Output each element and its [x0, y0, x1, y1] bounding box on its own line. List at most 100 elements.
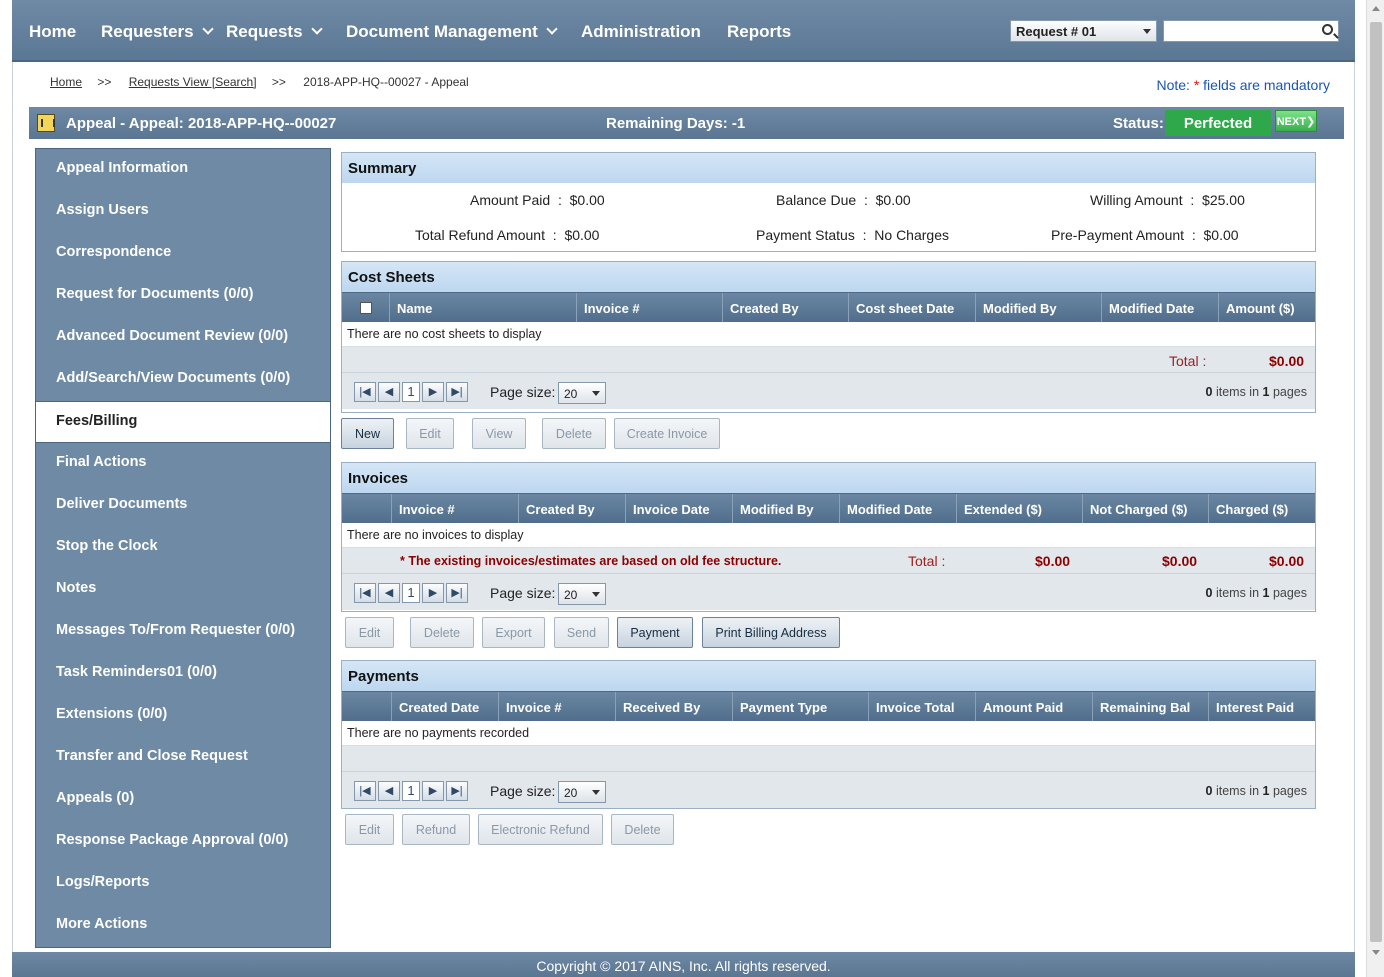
nav-document-management[interactable]: Document Management	[346, 22, 558, 42]
next-page-icon[interactable]: ▶	[422, 781, 444, 801]
first-page-icon[interactable]: |◀	[354, 583, 376, 603]
sidebar-item-add-search-view-documents[interactable]: Add/Search/View Documents (0/0)	[36, 359, 330, 401]
scroll-down-icon[interactable]	[1372, 950, 1380, 955]
sidebar-item-stop-the-clock[interactable]: Stop the Clock	[36, 527, 330, 569]
column-header[interactable]: Invoice #	[576, 293, 722, 322]
sidebar-item-logs-reports[interactable]: Logs/Reports	[36, 863, 330, 905]
delete-invoice-button[interactable]: Delete	[410, 617, 474, 648]
edit-cost-sheet-button[interactable]: Edit	[406, 418, 454, 449]
column-header[interactable]: Payment Type	[732, 692, 868, 721]
new-cost-sheet-button[interactable]: New	[341, 418, 394, 449]
nav-requesters[interactable]: Requesters	[101, 22, 214, 42]
breadcrumb-requests-view[interactable]: Requests View [Search]	[129, 75, 257, 89]
first-page-icon[interactable]: |◀	[354, 781, 376, 801]
sidebar-item-assign-users[interactable]: Assign Users	[36, 191, 330, 233]
willing-amount: Willing Amount : $25.00	[1090, 192, 1245, 208]
scroll-up-icon[interactable]	[1372, 6, 1380, 11]
column-header[interactable]: Modified Date	[839, 494, 956, 523]
payment-button[interactable]: Payment	[617, 617, 693, 648]
next-status-button[interactable]: NEXT❯	[1275, 110, 1317, 132]
edit-invoice-button[interactable]: Edit	[345, 617, 394, 648]
sidebar-item-correspondence[interactable]: Correspondence	[36, 233, 330, 275]
sidebar-item-appeal-information[interactable]: Appeal Information	[36, 149, 330, 191]
select-all-checkbox[interactable]	[360, 302, 372, 314]
column-header[interactable]: Interest Paid	[1208, 692, 1315, 721]
prev-page-icon[interactable]: ◀	[378, 583, 400, 603]
column-header[interactable]: Created By	[518, 494, 625, 523]
last-page-icon[interactable]: ▶|	[446, 781, 468, 801]
column-header[interactable]: Charged ($)	[1208, 494, 1315, 523]
request-number-select[interactable]: Request # 01	[1010, 20, 1157, 42]
nav-requests[interactable]: Requests	[226, 22, 323, 42]
print-billing-address-button[interactable]: Print Billing Address	[702, 617, 840, 648]
nav-reports[interactable]: Reports	[727, 22, 791, 42]
column-header[interactable]: Invoice Total	[868, 692, 975, 721]
column-header[interactable]: Amount Paid	[975, 692, 1092, 721]
column-header[interactable]: Not Charged ($)	[1082, 494, 1208, 523]
page-size-select[interactable]: 20	[558, 583, 606, 605]
column-header[interactable]: Received By	[615, 692, 732, 721]
sidebar-item-advanced-document-review[interactable]: Advanced Document Review (0/0)	[36, 317, 330, 359]
create-invoice-button[interactable]: Create Invoice	[614, 418, 720, 449]
delete-cost-sheet-button[interactable]: Delete	[542, 418, 606, 449]
sidebar-item-fees-billing[interactable]: Fees/Billing	[36, 401, 330, 443]
sidebar-item-transfer-close[interactable]: Transfer and Close Request	[36, 737, 330, 779]
cost-sheets-panel: Cost Sheets Name Invoice # Created By Co…	[341, 261, 1316, 413]
page-number[interactable]: 1	[402, 382, 420, 402]
sidebar-item-more-actions[interactable]: More Actions	[36, 905, 330, 947]
view-cost-sheet-button[interactable]: View	[472, 418, 526, 449]
page-number[interactable]: 1	[402, 583, 420, 603]
column-header[interactable]: Invoice Date	[625, 494, 732, 523]
search-input[interactable]	[1163, 20, 1339, 42]
page-size-select[interactable]: 20	[558, 781, 606, 803]
column-header[interactable]: Invoice #	[498, 692, 615, 721]
column-header[interactable]: Name	[389, 293, 576, 322]
first-page-icon[interactable]: |◀	[354, 382, 376, 402]
column-header[interactable]: Remaining Bal	[1092, 692, 1208, 721]
status-badge: Perfected	[1165, 110, 1271, 136]
amount-paid-label: Amount Paid	[470, 192, 551, 208]
search-icon[interactable]	[1322, 24, 1333, 35]
column-header[interactable]: Cost sheet Date	[848, 293, 975, 322]
column-header[interactable]: Modified By	[975, 293, 1101, 322]
prev-page-icon[interactable]: ◀	[378, 382, 400, 402]
sidebar-item-messages[interactable]: Messages To/From Requester (0/0)	[36, 611, 330, 653]
scrollbar-thumb[interactable]	[1370, 22, 1382, 942]
request-number-value: Request # 01	[1016, 24, 1097, 39]
page-number[interactable]: 1	[402, 781, 420, 801]
items-mid: items in	[1212, 586, 1263, 600]
export-invoice-button[interactable]: Export	[482, 617, 545, 648]
electronic-refund-button[interactable]: Electronic Refund	[478, 814, 603, 845]
column-header[interactable]: Extended ($)	[956, 494, 1082, 523]
column-header[interactable]: Amount ($)	[1218, 293, 1315, 322]
nav-administration[interactable]: Administration	[581, 22, 701, 42]
column-header[interactable]: Modified Date	[1101, 293, 1218, 322]
sidebar-item-notes[interactable]: Notes	[36, 569, 330, 611]
sidebar-item-task-reminders[interactable]: Task Reminders01 (0/0)	[36, 653, 330, 695]
next-page-icon[interactable]: ▶	[422, 382, 444, 402]
next-page-icon[interactable]: ▶	[422, 583, 444, 603]
column-header[interactable]: Invoice #	[391, 494, 518, 523]
sidebar-item-appeals[interactable]: Appeals (0)	[36, 779, 330, 821]
send-invoice-button[interactable]: Send	[554, 617, 609, 648]
prev-page-icon[interactable]: ◀	[378, 781, 400, 801]
summary-title: Summary	[342, 153, 1315, 183]
items-mid: items in	[1212, 385, 1263, 399]
sidebar-item-extensions[interactable]: Extensions (0/0)	[36, 695, 330, 737]
last-page-icon[interactable]: ▶|	[446, 583, 468, 603]
column-header[interactable]: Created By	[722, 293, 848, 322]
column-header[interactable]: Created Date	[391, 692, 498, 721]
delete-payment-button[interactable]: Delete	[611, 814, 674, 845]
breadcrumb-home[interactable]: Home	[50, 75, 82, 89]
edit-payment-button[interactable]: Edit	[345, 814, 394, 845]
column-header[interactable]: Modified By	[732, 494, 839, 523]
page-size-select[interactable]: 20	[558, 382, 606, 404]
last-page-icon[interactable]: ▶|	[446, 382, 468, 402]
sidebar-item-final-actions[interactable]: Final Actions	[36, 443, 330, 485]
nav-home[interactable]: Home	[29, 22, 76, 42]
sidebar-item-deliver-documents[interactable]: Deliver Documents	[36, 485, 330, 527]
vertical-scrollbar[interactable]	[1366, 0, 1384, 977]
sidebar-item-request-for-documents[interactable]: Request for Documents (0/0)	[36, 275, 330, 317]
sidebar-item-response-package-approval[interactable]: Response Package Approval (0/0)	[36, 821, 330, 863]
refund-button[interactable]: Refund	[402, 814, 470, 845]
